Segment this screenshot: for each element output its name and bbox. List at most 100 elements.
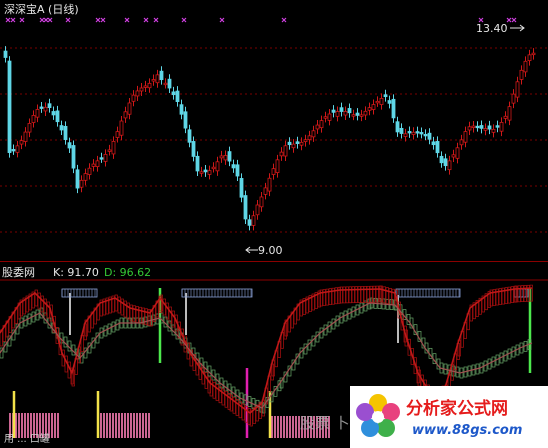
marker-cross xyxy=(143,17,149,23)
candle-body xyxy=(19,140,24,145)
ghost-watermark-text: 股票 卜 xyxy=(300,414,350,432)
chart-window: 深深宝A (日线) 13.40 9.00 股委网 K: 91.70 D: 96.… xyxy=(0,0,548,448)
candle-body xyxy=(11,149,16,152)
high-arrow-icon xyxy=(510,24,525,32)
watermark-url: www.88gs.com xyxy=(412,423,523,438)
candle-body xyxy=(387,100,392,104)
candle-body xyxy=(167,78,172,89)
candle-body xyxy=(355,112,360,116)
candle-body xyxy=(55,110,60,123)
candle-body xyxy=(443,158,448,167)
chart-title: 深深宝A (日线) xyxy=(4,3,79,16)
candle-body xyxy=(395,121,400,133)
candle-body xyxy=(103,153,108,162)
candle-body xyxy=(375,100,380,104)
candle-body xyxy=(431,141,436,146)
candle-body xyxy=(191,141,196,157)
candle-body xyxy=(343,111,348,116)
candle-body xyxy=(275,159,280,173)
candle-body xyxy=(247,219,252,226)
candle-body xyxy=(523,60,528,73)
candle-body xyxy=(371,104,376,110)
marker-cross xyxy=(153,17,159,23)
candle-body xyxy=(315,124,320,130)
candle-body xyxy=(407,131,412,134)
candle-body xyxy=(435,141,440,154)
candle-body xyxy=(39,106,44,109)
candle-body xyxy=(511,93,516,104)
marker-cross xyxy=(5,17,11,23)
candle-body xyxy=(207,170,212,175)
candle-body xyxy=(127,102,132,115)
candle-body xyxy=(391,98,396,119)
candle-body xyxy=(151,79,156,82)
candle-body xyxy=(99,157,104,160)
candle-body xyxy=(263,187,268,195)
candle-body xyxy=(439,155,444,164)
candle-body xyxy=(383,94,388,98)
candle-body xyxy=(239,178,244,198)
candle-body xyxy=(307,135,312,141)
candle-body xyxy=(131,94,136,102)
marker-cross xyxy=(100,17,106,23)
flower-logo-icon xyxy=(356,394,400,437)
candle-body xyxy=(527,54,532,62)
marker-cross xyxy=(219,17,225,23)
candle-body xyxy=(243,195,248,220)
candle-body xyxy=(319,120,324,129)
candle-body xyxy=(483,128,488,131)
candle-body xyxy=(363,110,368,116)
k-value: K: 91.70 xyxy=(53,266,99,279)
marker-cross xyxy=(181,17,187,23)
marker-cross xyxy=(506,17,512,23)
candle-body xyxy=(23,131,28,142)
candle-body xyxy=(219,155,224,159)
candle-body xyxy=(95,160,100,168)
candle-body xyxy=(339,107,344,112)
marker-cross xyxy=(95,17,101,23)
marker-cross xyxy=(511,17,517,23)
candle-body xyxy=(331,109,336,113)
candle-body xyxy=(455,147,460,159)
candlestick-chart[interactable] xyxy=(0,0,548,262)
candle-body xyxy=(87,167,92,175)
candle-body xyxy=(303,139,308,142)
candle-body xyxy=(491,128,496,133)
candle-body xyxy=(31,115,36,123)
candle-body xyxy=(335,111,340,117)
comb-box xyxy=(395,288,461,298)
candle-body xyxy=(67,142,72,149)
candle-body xyxy=(175,90,180,102)
d-value: D: 96.62 xyxy=(104,266,152,279)
candle-body xyxy=(255,204,260,216)
candle-body xyxy=(27,123,32,133)
candle-body xyxy=(415,131,420,134)
candle-body xyxy=(147,82,152,89)
candle-body xyxy=(271,168,276,175)
candle-body xyxy=(519,69,524,80)
candle-body xyxy=(223,155,228,161)
candle-body xyxy=(35,109,40,118)
candle-body xyxy=(63,125,68,140)
candle-body xyxy=(347,108,352,114)
candle-body xyxy=(123,111,128,119)
candle-body xyxy=(59,125,64,131)
candle-body xyxy=(323,116,328,119)
candle-body xyxy=(195,155,200,172)
price-pane[interactable]: 深深宝A (日线) 13.40 9.00 xyxy=(0,0,548,262)
candle-body xyxy=(471,125,476,128)
candle-body xyxy=(359,114,364,117)
candle-body xyxy=(79,179,84,188)
candle-body xyxy=(203,169,208,173)
candle-body xyxy=(211,166,216,170)
candle-body xyxy=(51,111,56,116)
marker-cross xyxy=(47,17,53,23)
candle-body xyxy=(463,131,468,143)
candle-body xyxy=(231,164,236,169)
candle-body xyxy=(291,143,296,149)
candle-body xyxy=(71,145,76,169)
candle-body xyxy=(215,161,220,172)
watermark: 分析家公式网 www.88gs.com xyxy=(350,386,548,448)
candle-body xyxy=(379,97,384,105)
candle-body xyxy=(163,82,168,86)
